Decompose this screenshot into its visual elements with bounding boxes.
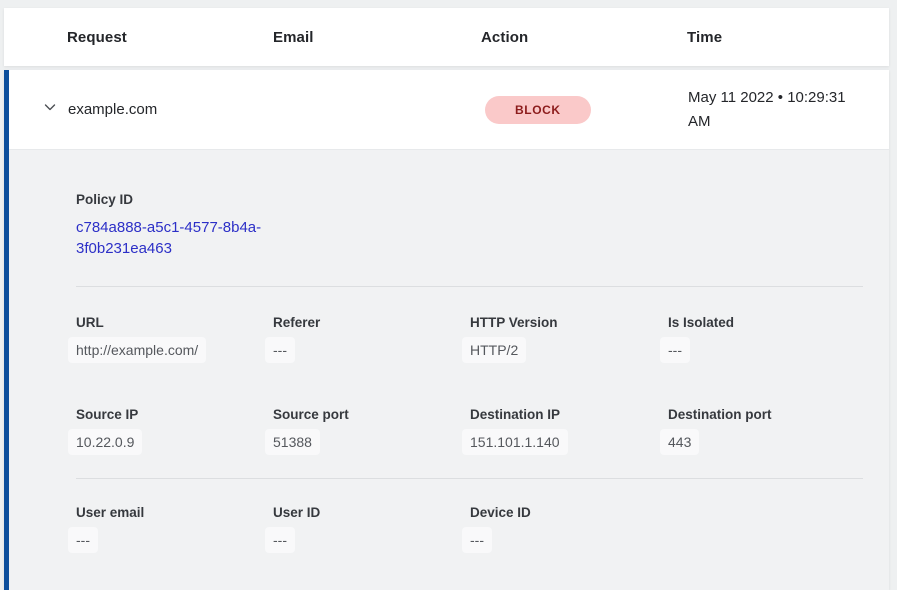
field-value: 151.101.1.140 — [462, 429, 568, 455]
field-label: URL — [76, 315, 273, 330]
field-value: --- — [265, 527, 295, 553]
field-referer: Referer --- — [273, 315, 470, 360]
column-header-time: Time — [687, 29, 889, 46]
time-cell: May 11 2022 • 10:29:31 AM — [688, 86, 866, 134]
field-value: HTTP/2 — [462, 337, 526, 363]
section-divider — [76, 478, 863, 479]
field-label: Source port — [273, 407, 470, 422]
row-expand-toggle[interactable] — [31, 99, 68, 120]
field-user-email: User email --- — [76, 505, 273, 550]
field-value: --- — [265, 337, 295, 363]
field-label: User ID — [273, 505, 470, 520]
field-value: 443 — [660, 429, 699, 455]
log-table-card: Request Email Action Time example.com BL… — [4, 8, 889, 590]
field-destination-ip: Destination IP 151.101.1.140 — [470, 407, 668, 452]
column-header-request: Request — [67, 29, 273, 46]
field-label: Device ID — [470, 505, 668, 520]
field-user-id: User ID --- — [273, 505, 470, 550]
chevron-down-icon — [42, 99, 58, 120]
column-header-email: Email — [273, 29, 481, 46]
field-device-id: Device ID --- — [470, 505, 668, 550]
field-value: --- — [68, 527, 98, 553]
field-source-port: Source port 51388 — [273, 407, 470, 452]
field-destination-port: Destination port 443 — [668, 407, 863, 452]
log-row[interactable]: example.com BLOCK May 11 2022 • 10:29:31… — [9, 70, 889, 150]
field-value: 51388 — [265, 429, 320, 455]
policy-id-link[interactable]: c784a888-a5c1-4577-8b4a-3f0b231ea463 — [76, 217, 276, 259]
block-status-badge: BLOCK — [485, 96, 591, 124]
policy-id-label: Policy ID — [76, 192, 863, 207]
field-label: Destination IP — [470, 407, 668, 422]
user-fields-grid: User email --- User ID --- Device ID --- — [76, 505, 863, 550]
action-cell: BLOCK — [482, 96, 688, 124]
field-source-ip: Source IP 10.22.0.9 — [76, 407, 273, 452]
field-is-isolated: Is Isolated --- — [668, 315, 863, 360]
field-label: User email — [76, 505, 273, 520]
request-cell: example.com — [68, 101, 274, 118]
field-label: Destination port — [668, 407, 863, 422]
field-label: HTTP Version — [470, 315, 668, 330]
field-label: Referer — [273, 315, 470, 330]
policy-id-section: Policy ID c784a888-a5c1-4577-8b4a-3f0b23… — [76, 192, 863, 259]
field-value: 10.22.0.9 — [68, 429, 142, 455]
request-fields-grid: URL http://example.com/ Referer --- HTTP… — [76, 315, 863, 452]
log-detail-panel: Policy ID c784a888-a5c1-4577-8b4a-3f0b23… — [9, 150, 889, 590]
expanded-log-row-group: example.com BLOCK May 11 2022 • 10:29:31… — [4, 70, 889, 590]
field-value: --- — [660, 337, 690, 363]
field-value: --- — [462, 527, 492, 553]
gateway-log-page: Request Email Action Time example.com BL… — [0, 8, 897, 590]
field-url: URL http://example.com/ — [76, 315, 273, 360]
column-header-action: Action — [481, 29, 687, 46]
field-value: http://example.com/ — [68, 337, 206, 363]
table-header: Request Email Action Time — [4, 8, 889, 66]
section-divider — [76, 286, 863, 287]
field-label: Is Isolated — [668, 315, 863, 330]
field-http-version: HTTP Version HTTP/2 — [470, 315, 668, 360]
field-label: Source IP — [76, 407, 273, 422]
